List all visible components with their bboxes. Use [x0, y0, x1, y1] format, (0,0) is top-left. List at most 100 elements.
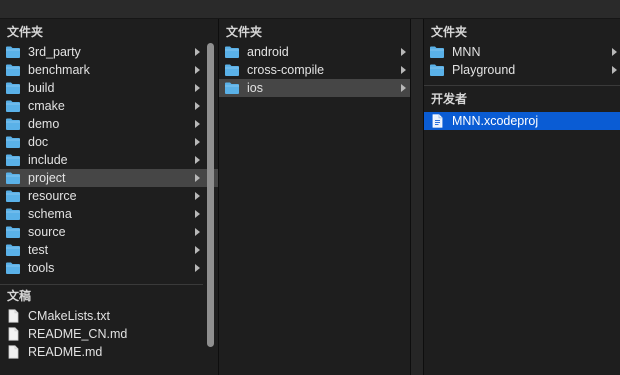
folder-name: project — [28, 171, 66, 185]
folder-icon — [5, 81, 21, 95]
vertical-scrollbar[interactable] — [207, 43, 214, 347]
xcodeproj-document-icon — [429, 114, 445, 128]
folder-icon — [5, 225, 21, 239]
document-icon — [5, 327, 21, 341]
folder-row-benchmark[interactable]: benchmark — [0, 61, 218, 79]
document-name: README.md — [28, 345, 103, 359]
folder-name: cmake — [28, 99, 65, 113]
folder-icon — [5, 135, 21, 149]
folder-row-build[interactable]: build — [0, 79, 218, 97]
folder-row-android[interactable]: android — [219, 43, 410, 61]
chevron-right-icon — [195, 228, 200, 236]
folder-row-tools[interactable]: tools — [0, 259, 218, 277]
folder-name: demo — [28, 117, 60, 131]
folder-row-mnn[interactable]: MNN — [424, 43, 620, 61]
section-divider — [0, 284, 203, 285]
folder-icon — [5, 153, 21, 167]
folder-icon — [429, 45, 445, 59]
chevron-right-icon — [612, 66, 617, 74]
folder-row-test[interactable]: test — [0, 241, 218, 259]
folder-name: 3rd_party — [28, 45, 81, 59]
chevron-right-icon — [195, 156, 200, 164]
document-row-cmakelists[interactable]: CMakeLists.txt — [0, 307, 218, 325]
chevron-right-icon — [401, 66, 406, 74]
folder-name: test — [28, 243, 49, 257]
folder-list: 3rd_party benchmark build cmake demo doc… — [0, 43, 218, 277]
document-name: CMakeLists.txt — [28, 309, 110, 323]
chevron-right-icon — [195, 66, 200, 74]
folder-name: include — [28, 153, 68, 167]
document-icon — [5, 309, 21, 323]
chevron-right-icon — [195, 246, 200, 254]
folder-icon — [429, 63, 445, 77]
folder-icon — [5, 45, 21, 59]
chevron-right-icon — [195, 210, 200, 218]
folder-name: schema — [28, 207, 72, 221]
folder-icon — [224, 81, 240, 95]
folder-row-resource[interactable]: resource — [0, 187, 218, 205]
chevron-right-icon — [195, 84, 200, 92]
folders-section-header: 文件夹 — [226, 25, 263, 39]
folder-icon — [5, 171, 21, 185]
column-project[interactable]: 文件夹 android cross-compile ios — [218, 19, 410, 375]
folder-list: MNN Playground — [424, 43, 620, 79]
project-name: MNN.xcodeproj — [452, 114, 539, 128]
folder-name: resource — [28, 189, 77, 203]
folder-name: source — [28, 225, 66, 239]
chevron-right-icon — [195, 48, 200, 56]
folder-name: ios — [247, 81, 263, 95]
folder-row-3rd-party[interactable]: 3rd_party — [0, 43, 218, 61]
document-list: CMakeLists.txt README_CN.md README.md — [0, 307, 218, 361]
developer-section-header: 开发者 — [431, 92, 468, 106]
folder-icon — [5, 63, 21, 77]
folder-row-cross-compile[interactable]: cross-compile — [219, 61, 410, 79]
document-row-readme[interactable]: README.md — [0, 343, 218, 361]
window-toolbar — [0, 0, 620, 19]
document-name: README_CN.md — [28, 327, 128, 341]
column-ios[interactable]: 文件夹 MNN Playground 开发者 MNN.xcodeproj — [423, 19, 620, 375]
column-resize-gap[interactable] — [410, 19, 423, 375]
chevron-right-icon — [401, 84, 406, 92]
folder-row-project[interactable]: project — [0, 169, 218, 187]
chevron-right-icon — [612, 48, 617, 56]
folder-icon — [5, 117, 21, 131]
folder-name: Playground — [452, 63, 516, 77]
folder-row-ios[interactable]: ios — [219, 79, 410, 97]
folder-name: cross-compile — [247, 63, 325, 77]
folder-icon — [5, 189, 21, 203]
chevron-right-icon — [195, 192, 200, 200]
chevron-right-icon — [195, 102, 200, 110]
folder-list: android cross-compile ios — [219, 43, 410, 97]
folder-row-doc[interactable]: doc — [0, 133, 218, 151]
folder-name: tools — [28, 261, 55, 275]
folder-name: doc — [28, 135, 49, 149]
developer-list: MNN.xcodeproj — [424, 112, 620, 130]
folders-section-header: 文件夹 — [431, 25, 468, 39]
chevron-right-icon — [195, 120, 200, 128]
folder-icon — [224, 63, 240, 77]
folder-icon — [5, 207, 21, 221]
chevron-right-icon — [401, 48, 406, 56]
document-icon — [5, 345, 21, 359]
folder-row-schema[interactable]: schema — [0, 205, 218, 223]
folders-section-header: 文件夹 — [7, 25, 44, 39]
folder-row-cmake[interactable]: cmake — [0, 97, 218, 115]
chevron-right-icon — [195, 264, 200, 272]
folder-icon — [224, 45, 240, 59]
folder-icon — [5, 243, 21, 257]
documents-section-header: 文稿 — [7, 289, 32, 303]
folder-row-demo[interactable]: demo — [0, 115, 218, 133]
folder-name: benchmark — [28, 63, 90, 77]
folder-icon — [5, 99, 21, 113]
section-divider — [424, 85, 620, 86]
folder-row-include[interactable]: include — [0, 151, 218, 169]
folder-row-playground[interactable]: Playground — [424, 61, 620, 79]
folder-icon — [5, 261, 21, 275]
document-row-readme-cn[interactable]: README_CN.md — [0, 325, 218, 343]
chevron-right-icon — [195, 174, 200, 182]
folder-row-source[interactable]: source — [0, 223, 218, 241]
project-row-mnn-xcodeproj[interactable]: MNN.xcodeproj — [424, 112, 620, 130]
folder-name: MNN — [452, 45, 481, 59]
column-root[interactable]: 文件夹 3rd_party benchmark build cmake demo… — [0, 19, 218, 375]
folder-name: android — [247, 45, 289, 59]
